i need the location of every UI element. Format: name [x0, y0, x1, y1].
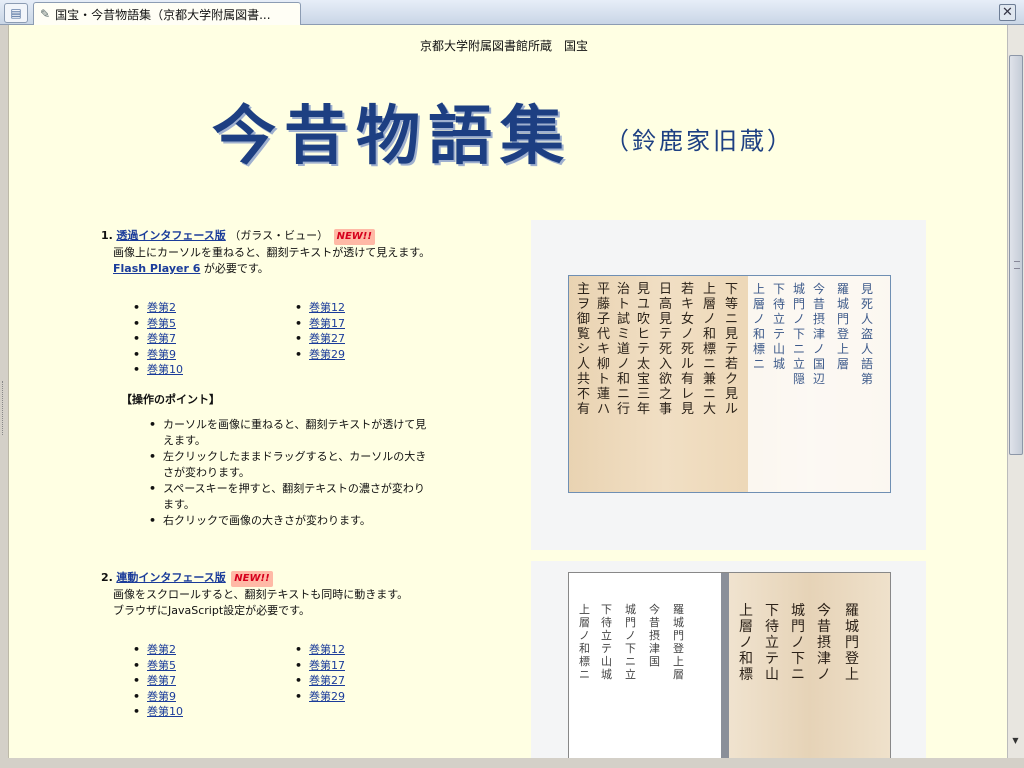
flash-suffix: が必要です。 — [203, 262, 269, 275]
glass-view-desc: 画像上にカーソルを重ねると、翻刻テキストが透けて見えます。 — [113, 246, 431, 259]
status-strip — [0, 758, 1024, 768]
linked-view-preview-panel: 上層ノ和標ニ 下待立テ山城 城門ノ下ニ立 今昔摂津国 羅城門登上層 上層ノ和標 … — [531, 561, 926, 758]
list-item[interactable]: 巻第29 — [295, 689, 345, 705]
scrollbar-thumb[interactable] — [1009, 55, 1023, 455]
list-item[interactable]: 巻第10 — [133, 704, 183, 720]
designation-text: 国宝 — [564, 39, 589, 53]
section-number: 2. — [101, 571, 113, 584]
volume-column-1: 巻第2 巻第5 巻第7 巻第9 巻第10 — [133, 300, 183, 378]
glass-view-paren: （ガラス・ビュー） — [229, 229, 329, 242]
list-item[interactable]: 巻第5 — [133, 658, 183, 674]
flash-player-link[interactable]: Flash Player 6 — [113, 262, 200, 275]
list-item[interactable]: 巻第29 — [295, 347, 345, 363]
javascript-note: ブラウザにJavaScript設定が必要です。 — [113, 604, 311, 617]
tab-active[interactable]: ✎ 国宝・今昔物語集（京都大学附属図書... — [33, 2, 301, 25]
section-linked-view: 2. 連動インタフェース版 NEW!! 画像をスクロールすると、翻刻テキストも同… — [101, 570, 441, 619]
list-item[interactable]: 巻第27 — [295, 673, 345, 689]
tab-title: 国宝・今昔物語集（京都大学附属図書... — [55, 7, 271, 22]
list-item[interactable]: 巻第9 — [133, 689, 183, 705]
page-title: 今昔物語集 — [212, 99, 572, 174]
tab-bar: ▤ ✎ 国宝・今昔物語集（京都大学附属図書... ✕ — [0, 0, 1024, 25]
splitter-bar[interactable] — [721, 573, 729, 758]
list-item[interactable]: 巻第9 — [133, 347, 183, 363]
owner-text: 京都大学附属図書館所蔵 — [420, 39, 553, 53]
owner-line: 京都大学附属図書館所蔵 国宝 — [420, 37, 588, 54]
pin-icon: ✎ — [40, 7, 51, 21]
linked-view-link[interactable]: 連動インタフェース版 — [116, 571, 225, 584]
list-item[interactable]: 巻第7 — [133, 673, 183, 689]
list-item[interactable]: 巻第10 — [133, 362, 183, 378]
volume-column-1: 巻第2 巻第5 巻第7 巻第9 巻第10 — [133, 642, 183, 720]
new-badge: NEW!! — [333, 229, 375, 245]
close-icon: ✕ — [1002, 5, 1013, 20]
linked-view-preview-image[interactable]: 上層ノ和標ニ 下待立テ山城 城門ノ下ニ立 今昔摂津国 羅城門登上層 上層ノ和標 … — [568, 572, 891, 758]
web-page: 京都大学附属図書館所蔵 国宝 今昔物語集 （鈴鹿家旧蔵） 1. 透過インタフェース… — [8, 25, 1007, 758]
list-item[interactable]: 巻第5 — [133, 316, 183, 332]
list-item[interactable]: 巻第12 — [295, 300, 345, 316]
list-item: 左クリックしたままドラッグすると、カーソルの大きさが変わります。 — [149, 449, 427, 481]
vertical-scrollbar[interactable]: ▼ — [1007, 25, 1024, 758]
glass-view-preview-panel: 主ヲ御覧シ人共不有 平藤子代キ柳ト蓮ハ 治ト試ミ道ノ和ニ行 見ユ吹ヒテ太宝三年 … — [531, 220, 926, 550]
glass-view-link[interactable]: 透過インタフェース版 — [116, 229, 225, 242]
list-item[interactable]: 巻第27 — [295, 331, 345, 347]
list-item[interactable]: 巻第17 — [295, 658, 345, 674]
new-badge: NEW!! — [231, 571, 273, 587]
close-tab-button[interactable]: ✕ — [999, 4, 1016, 21]
list-item: スペースキーを押すと、翻刻テキストの濃さが変わります。 — [149, 481, 427, 513]
section-glass-view: 1. 透過インタフェース版 （ガラス・ビュー） NEW!! 画像上にカーソルを重… — [101, 228, 441, 277]
points-list: カーソルを画像に重ねると、翻刻テキストが透けて見えます。 左クリックしたままドラ… — [147, 417, 427, 529]
list-item[interactable]: 巻第7 — [133, 331, 183, 347]
page-icon: ▤ — [10, 6, 22, 20]
list-item: 右クリックで画像の大きさが変わります。 — [149, 513, 427, 529]
scroll-down-arrow-icon[interactable]: ▼ — [1008, 736, 1023, 748]
volume-column-2: 巻第12 巻第17 巻第27 巻第29 — [295, 300, 345, 362]
list-item[interactable]: 巻第2 — [133, 642, 183, 658]
list-item[interactable]: 巻第12 — [295, 642, 345, 658]
linked-view-desc: 画像をスクロールすると、翻刻テキストも同時に動きます。 — [113, 588, 409, 601]
list-item: カーソルを画像に重ねると、翻刻テキストが透けて見えます。 — [149, 417, 427, 449]
points-title: 【操作のポイント】 — [121, 393, 220, 406]
glass-view-preview-image[interactable]: 主ヲ御覧シ人共不有 平藤子代キ柳ト蓮ハ 治ト試ミ道ノ和ニ行 見ユ吹ヒテ太宝三年 … — [568, 275, 891, 493]
page-subtitle: （鈴鹿家旧蔵） — [605, 127, 794, 155]
list-item[interactable]: 巻第17 — [295, 316, 345, 332]
section-number: 1. — [101, 229, 113, 242]
tab-list-button[interactable]: ▤ — [4, 3, 28, 23]
volume-column-2: 巻第12 巻第17 巻第27 巻第29 — [295, 642, 345, 704]
sidebar-grip[interactable] — [0, 25, 8, 758]
list-item[interactable]: 巻第2 — [133, 300, 183, 316]
